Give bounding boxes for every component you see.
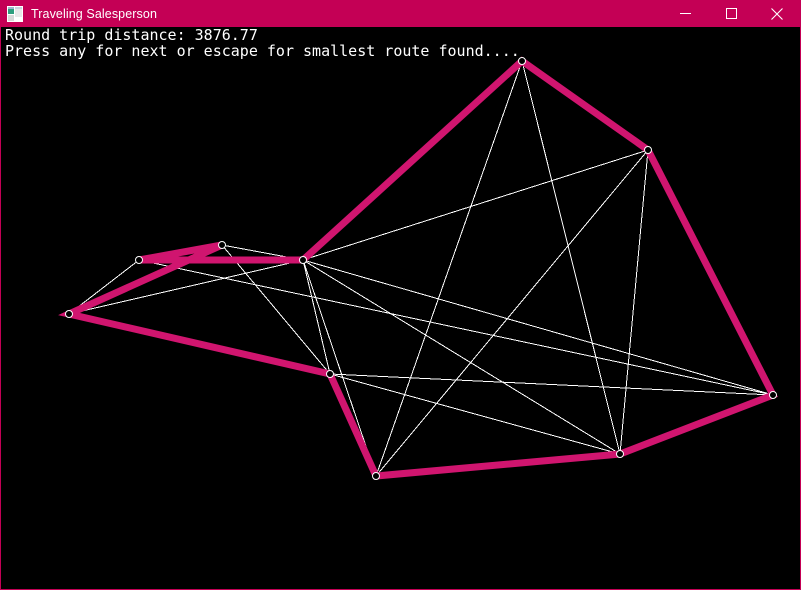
close-button[interactable]	[754, 0, 800, 27]
minimize-icon	[679, 13, 691, 14]
tour-route	[58, 56, 778, 480]
graph-node[interactable]	[644, 146, 652, 154]
graph-edge	[302, 149, 649, 261]
graph-node[interactable]	[218, 241, 226, 249]
graph-edge	[375, 149, 649, 477]
graph-edge	[138, 259, 774, 396]
application-window: Traveling Salesperson Round trip distanc…	[0, 0, 801, 590]
tsp-graph-canvas	[58, 56, 778, 480]
title-bar[interactable]: Traveling Salesperson	[1, 0, 800, 27]
maximize-icon	[725, 8, 737, 19]
graph-node[interactable]	[135, 256, 143, 264]
close-icon	[771, 7, 783, 20]
graph-edge	[302, 259, 331, 375]
console-output: Round trip distance: 3876.77 Press any f…	[5, 27, 520, 60]
graph-node[interactable]	[326, 370, 334, 378]
graph-edge	[302, 259, 774, 396]
graph-edge	[619, 149, 649, 455]
minimize-button[interactable]	[662, 0, 708, 27]
maximize-button[interactable]	[708, 0, 754, 27]
console-window-icon	[7, 5, 23, 22]
graph-node[interactable]	[769, 391, 777, 399]
graph-node[interactable]	[616, 450, 624, 458]
graph-node[interactable]	[299, 256, 307, 264]
window-title: Traveling Salesperson	[31, 6, 158, 21]
graph-node[interactable]	[372, 472, 380, 480]
route-layer	[58, 56, 778, 480]
graph-node[interactable]	[65, 310, 73, 318]
console-client-area: Round trip distance: 3876.77 Press any f…	[2, 27, 799, 588]
